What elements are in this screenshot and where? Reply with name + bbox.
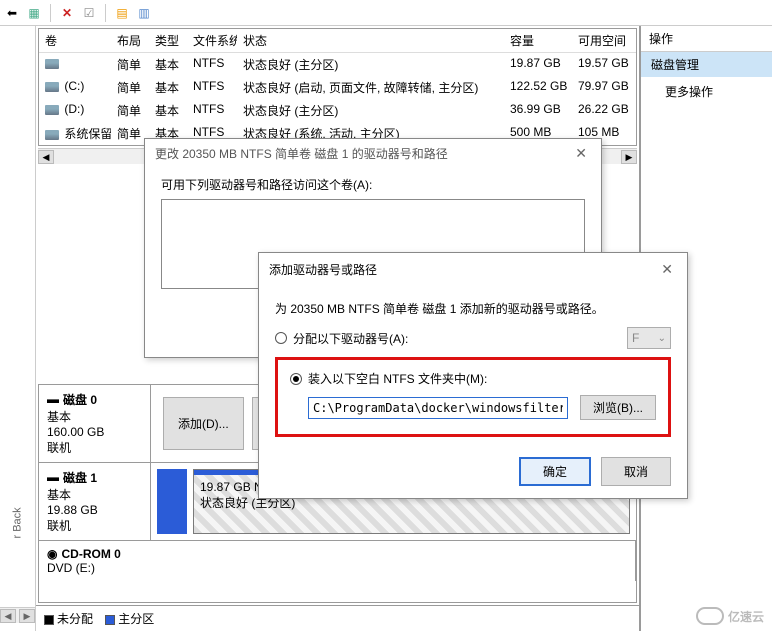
- volume-table: 卷 布局 类型 文件系统 状态 容量 可用空间 简单基本 NTFS状态良好 (主…: [38, 28, 637, 146]
- volume-icon: [45, 105, 59, 115]
- drive-letter-select[interactable]: F: [627, 327, 671, 349]
- volume-icon: [45, 130, 59, 140]
- mount-path-input[interactable]: [308, 397, 568, 419]
- volume-header[interactable]: 卷 布局 类型 文件系统 状态 容量 可用空间: [39, 29, 636, 53]
- close-icon[interactable]: ✕: [571, 145, 591, 162]
- add-button[interactable]: 添加(D)...: [163, 397, 244, 450]
- radio-mount-folder[interactable]: [290, 373, 302, 385]
- close-icon[interactable]: ✕: [657, 261, 677, 278]
- toolbar: ⬅ ▦ ✕ ☑ ▤ ▥: [0, 0, 772, 26]
- actions-more[interactable]: 更多操作: [641, 77, 772, 106]
- table-row[interactable]: 简单基本 NTFS状态良好 (主分区) 19.87 GB19.57 GB: [39, 53, 636, 76]
- properties-icon[interactable]: ☑: [81, 5, 97, 21]
- table-row[interactable]: (D:) 简单基本 NTFS状态良好 (主分区) 36.99 GB26.22 G…: [39, 99, 636, 122]
- disk-icon: ▬: [47, 392, 59, 406]
- delete-icon[interactable]: ✕: [59, 5, 75, 21]
- dlg2-title: 添加驱动器号或路径: [269, 261, 377, 278]
- cloud-icon: [696, 607, 724, 625]
- col-capacity[interactable]: 容量: [504, 29, 572, 52]
- radio-assign-letter[interactable]: [275, 332, 287, 344]
- col-volume[interactable]: 卷: [39, 29, 111, 52]
- watermark: 亿速云: [696, 607, 764, 625]
- add-drive-letter-dialog: 添加驱动器号或路径 ✕ 为 20350 MB NTFS 简单卷 磁盘 1 添加新…: [258, 252, 688, 499]
- volume-icon: [45, 82, 59, 92]
- col-type[interactable]: 类型: [149, 29, 187, 52]
- action1-icon[interactable]: ▤: [114, 5, 130, 21]
- cdrom-block[interactable]: ◉CD-ROM 0 DVD (E:): [39, 541, 636, 581]
- col-layout[interactable]: 布局: [111, 29, 149, 52]
- col-status[interactable]: 状态: [237, 29, 504, 52]
- legend: 未分配 主分区: [36, 605, 639, 631]
- highlighted-option: 装入以下空白 NTFS 文件夹中(M): 浏览(B)...: [275, 357, 671, 437]
- new-icon[interactable]: ▦: [26, 5, 42, 21]
- col-free[interactable]: 可用空间: [572, 29, 636, 52]
- nav-icon[interactable]: ⬅: [4, 5, 20, 21]
- ok-button[interactable]: 确定: [519, 457, 591, 486]
- cancel-button[interactable]: 取消: [601, 457, 671, 486]
- left-sidebar-sliver: r Back ◀▶: [0, 26, 36, 631]
- cdrom-icon: ◉: [47, 547, 57, 561]
- browse-button[interactable]: 浏览(B)...: [580, 395, 656, 420]
- actions-category[interactable]: 磁盘管理: [641, 52, 772, 77]
- dlg1-label: 可用下列驱动器号和路径访问这个卷(A):: [161, 176, 585, 193]
- left-hscroll[interactable]: ◀▶: [0, 607, 35, 623]
- actions-title: 操作: [641, 26, 772, 52]
- sidebar-text: r Back: [12, 504, 24, 539]
- dlg1-title: 更改 20350 MB NTFS 简单卷 磁盘 1 的驱动器号和路径: [155, 145, 448, 162]
- col-fs[interactable]: 文件系统: [187, 29, 237, 52]
- opt1-label: 分配以下驱动器号(A):: [293, 330, 621, 347]
- dlg2-desc: 为 20350 MB NTFS 简单卷 磁盘 1 添加新的驱动器号或路径。: [275, 300, 671, 317]
- disk-icon: ▬: [47, 470, 59, 484]
- action2-icon[interactable]: ▥: [136, 5, 152, 21]
- table-row[interactable]: (C:) 简单基本 NTFS状态良好 (启动, 页面文件, 故障转储, 主分区)…: [39, 76, 636, 99]
- opt2-label: 装入以下空白 NTFS 文件夹中(M):: [308, 370, 487, 387]
- volume-icon: [45, 59, 59, 69]
